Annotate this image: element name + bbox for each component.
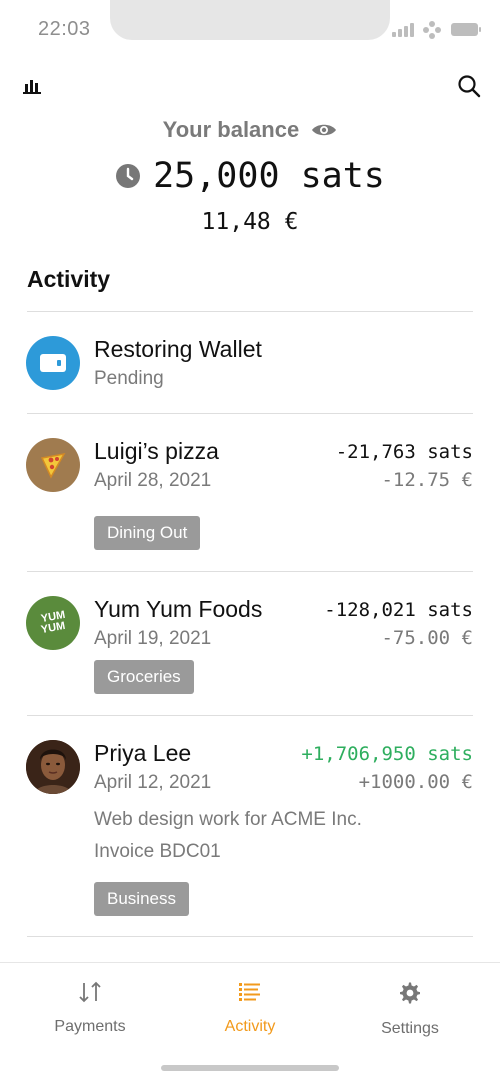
- transaction-fiat: +1000.00 €: [358, 771, 473, 793]
- bar-chart-icon[interactable]: [20, 74, 44, 98]
- nav-payments[interactable]: Payments: [30, 981, 150, 1036]
- transaction-amount: -128,021 sats: [324, 599, 473, 621]
- wallet-icon: [26, 336, 80, 390]
- status-time: 22:03: [38, 18, 91, 40]
- balance-label: Your balance: [162, 117, 300, 142]
- nav-activity[interactable]: Activity: [190, 981, 310, 1036]
- logo-text: YUM: [39, 619, 66, 637]
- category-tag[interactable]: Dining Out: [94, 516, 201, 550]
- nav-label: Settings: [381, 1020, 439, 1037]
- transaction-amount: +1,706,950 sats: [301, 743, 473, 765]
- transaction-date: April 28, 2021: [94, 470, 212, 491]
- nav-label: Activity: [224, 1018, 276, 1035]
- list-icon: [238, 981, 262, 1008]
- balance-row: 25,000 sats: [0, 156, 500, 196]
- transaction-name: Priya Lee: [94, 740, 192, 766]
- home-indicator[interactable]: [161, 1065, 339, 1071]
- category-tag[interactable]: Business: [94, 882, 189, 916]
- transaction-fiat: -12.75 €: [381, 469, 473, 491]
- activity-item-priya-lee[interactable]: Priya Lee April 12, 2021 +1,706,950 sats…: [0, 716, 500, 936]
- transaction-memo: Web design work for ACME Inc.: [94, 809, 362, 830]
- pending-clock-icon: [115, 163, 141, 189]
- network-icon: [422, 20, 442, 40]
- gear-icon: [398, 981, 422, 1010]
- transaction-fiat: -75.00 €: [381, 627, 473, 649]
- device-notch: [110, 0, 390, 40]
- search-icon[interactable]: [457, 74, 481, 98]
- battery-icon: [451, 23, 481, 36]
- nav-settings[interactable]: Settings: [350, 981, 470, 1038]
- transaction-status: Pending: [94, 368, 164, 389]
- transaction-name: Yum Yum Foods: [94, 596, 263, 622]
- pizza-icon: [26, 438, 80, 492]
- transaction-date: April 12, 2021: [94, 772, 212, 793]
- activity-title: Activity: [27, 266, 111, 292]
- avatar: [26, 740, 80, 794]
- balance-fiat: 11,48 €: [201, 209, 299, 235]
- eye-icon[interactable]: [311, 118, 337, 144]
- transfer-arrows-icon: [77, 981, 103, 1008]
- transaction-memo: Invoice BDC01: [94, 841, 221, 862]
- transaction-name: Luigi’s pizza: [94, 438, 219, 464]
- yum-yum-logo: YUM YUM: [26, 596, 80, 650]
- balance-header: Your balance: [0, 117, 500, 144]
- transaction-date: April 19, 2021: [94, 628, 212, 649]
- activity-item-luigis-pizza[interactable]: Luigi’s pizza April 28, 2021 -21,763 sat…: [0, 414, 500, 570]
- signal-icon: [392, 23, 414, 37]
- balance-amount: 25,000 sats: [153, 156, 385, 196]
- activity-item-restoring-wallet[interactable]: Restoring Wallet Pending: [0, 312, 500, 413]
- nav-label: Payments: [54, 1018, 126, 1035]
- activity-item-yum-yum-foods[interactable]: YUM YUM Yum Yum Foods April 19, 2021 -12…: [0, 572, 500, 715]
- transaction-name: Restoring Wallet: [94, 336, 262, 362]
- category-tag[interactable]: Groceries: [94, 660, 194, 694]
- divider: [27, 936, 473, 937]
- transaction-amount: -21,763 sats: [335, 441, 473, 463]
